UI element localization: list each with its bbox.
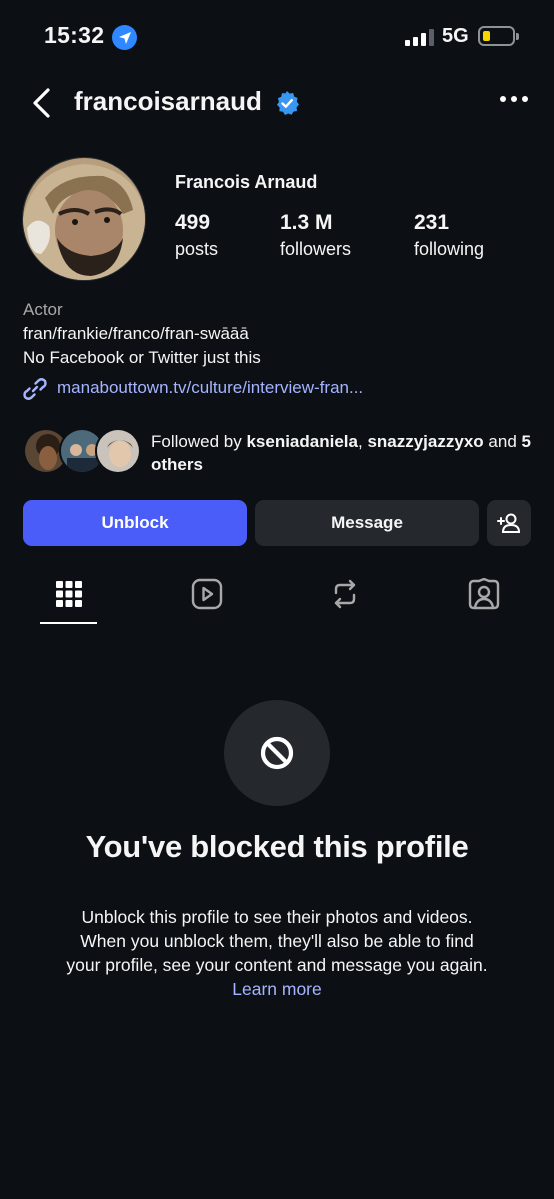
bio-link[interactable]: manabouttown.tv/culture/interview-fran..…	[57, 378, 363, 398]
verified-badge-icon	[274, 90, 300, 116]
posts-count: 499	[175, 211, 211, 234]
following-label: following	[414, 239, 485, 259]
more-options-icon[interactable]	[500, 96, 528, 106]
tagged-icon	[468, 578, 500, 610]
active-tab-indicator	[40, 622, 97, 624]
following-count: 231	[414, 211, 450, 234]
cellular-signal-icon	[405, 29, 435, 46]
blocked-badge	[224, 700, 330, 806]
back-chevron-icon[interactable]	[28, 86, 58, 120]
reels-icon	[191, 578, 223, 610]
blocked-message: Unblock this profile to see their photos…	[62, 905, 492, 1001]
reposts-icon	[334, 579, 356, 609]
followers-stat[interactable]: 1.3 M followers	[280, 211, 351, 260]
tab-grid[interactable]	[49, 574, 89, 614]
profile-username: francoisarnaud	[74, 86, 262, 116]
message-button[interactable]: Message	[255, 500, 479, 546]
status-time: 15:32	[44, 22, 105, 48]
learn-more-link[interactable]: Learn more	[232, 979, 322, 999]
grid-icon	[56, 581, 82, 607]
posts-label: posts	[175, 239, 219, 259]
tab-tagged[interactable]	[464, 574, 504, 614]
mutual-user-1: kseniadaniela	[246, 432, 358, 451]
mutual-and: and	[488, 432, 517, 451]
blocked-icon	[260, 736, 294, 770]
tab-reposts[interactable]	[325, 574, 365, 614]
mutual-user-2: snazzyjazzyxo	[367, 432, 484, 451]
tab-reels[interactable]	[187, 574, 227, 614]
add-person-icon	[497, 513, 521, 533]
followers-label: followers	[280, 239, 352, 259]
network-type: 5G	[442, 25, 469, 47]
link-icon	[22, 376, 48, 402]
mutual-avatar	[95, 428, 141, 474]
mutual-followers-avatars[interactable]	[23, 428, 141, 474]
followed-by-prefix: Followed by	[151, 432, 242, 451]
posts-stat[interactable]: 499 posts	[175, 211, 218, 260]
profile-avatar[interactable]	[22, 157, 146, 281]
followed-by-text[interactable]: Followed by kseniadaniela, snazzyjazzyxo…	[151, 430, 541, 476]
profile-category: Actor	[23, 300, 63, 319]
followers-count: 1.3 M	[280, 211, 333, 234]
blocked-title: You've blocked this profile	[85, 829, 469, 864]
mutual-separator: ,	[357, 432, 363, 451]
following-stat[interactable]: 231 following	[414, 211, 484, 260]
blocked-message-text: Unblock this profile to see their photos…	[66, 907, 488, 975]
bio-line-2: No Facebook or Twitter just this	[23, 348, 261, 367]
bio-line-1: fran/frankie/franco/fran-swāāā	[23, 324, 249, 343]
unblock-button[interactable]: Unblock	[23, 500, 247, 546]
add-person-button[interactable]	[487, 500, 531, 546]
display-name: Francois Arnaud	[175, 172, 318, 192]
location-arrow-icon	[112, 25, 137, 50]
battery-icon	[478, 26, 519, 46]
